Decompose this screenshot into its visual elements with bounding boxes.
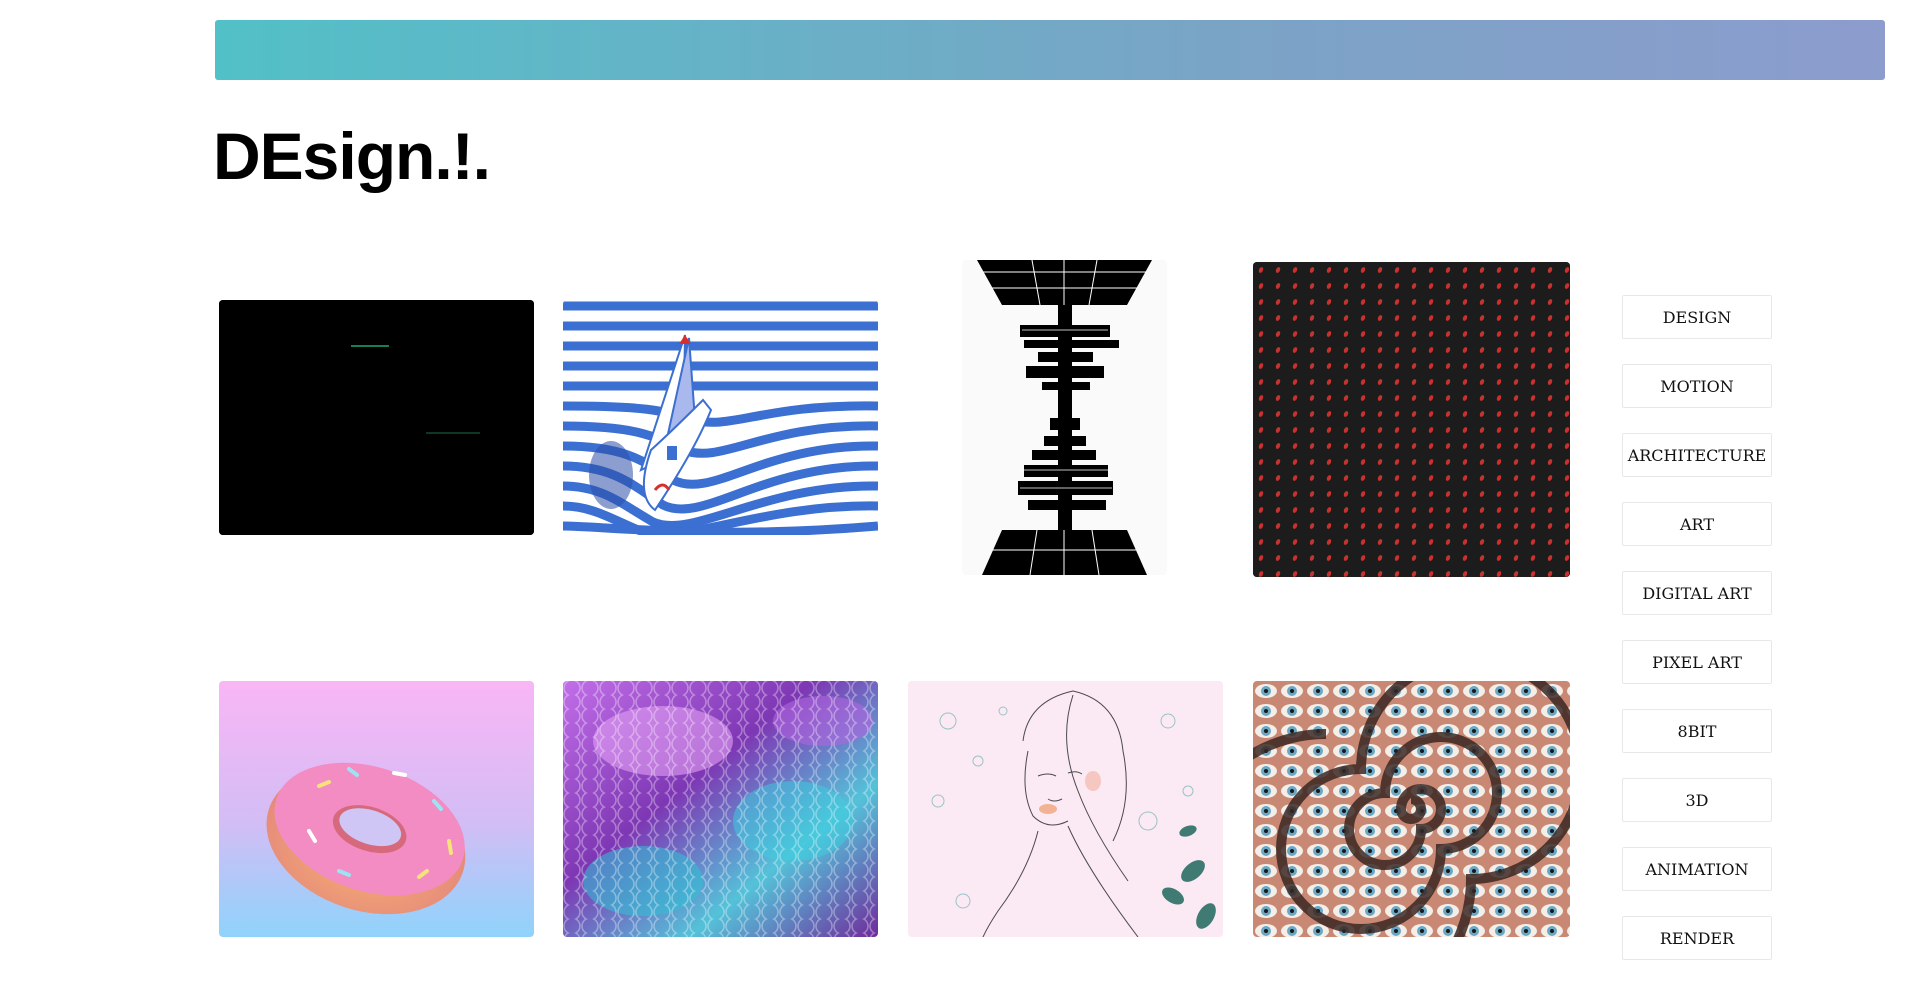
tag-motion-button[interactable]: MOTION [1622,364,1772,408]
category-tag-list: DESIGN MOTION ARCHITECTURE ART DIGITAL A… [1622,295,1772,985]
site-title: DEsign.!. [213,119,491,193]
tag-3d-button[interactable]: 3D [1622,778,1772,822]
gallery-tile-hourglass[interactable] [962,260,1167,575]
gallery-tile-red-dots[interactable] [1253,262,1570,577]
gallery-tile-sailboat[interactable] [563,300,878,535]
donut-artwork [219,681,534,937]
gallery-tile-eye-spiral[interactable] [1253,681,1570,937]
top-banner [215,20,1885,80]
tag-render-button[interactable]: RENDER [1622,916,1772,960]
tag-animation-button[interactable]: ANIMATION [1622,847,1772,891]
tag-digital-art-button[interactable]: DIGITAL ART [1622,571,1772,615]
tag-art-button[interactable]: ART [1622,502,1772,546]
tag-8bit-button[interactable]: 8BIT [1622,709,1772,753]
sailboat-stripes-artwork [563,300,878,535]
gallery-tile-line-portrait[interactable] [908,681,1223,937]
tag-architecture-button[interactable]: ARCHITECTURE [1622,433,1772,477]
hourglass-tower-artwork [962,260,1167,575]
red-dot-pattern-artwork [1253,262,1570,577]
eye-spiral-artwork [1253,681,1570,937]
sequin-artwork [563,681,878,937]
gallery-tile-black-glitch[interactable] [219,300,534,535]
black-glitch-artwork [219,300,534,535]
gallery-tile-donut[interactable] [219,681,534,937]
line-portrait-artwork [908,681,1223,937]
tag-design-button[interactable]: DESIGN [1622,295,1772,339]
gallery-tile-sequins[interactable] [563,681,878,937]
tag-pixel-art-button[interactable]: PIXEL ART [1622,640,1772,684]
